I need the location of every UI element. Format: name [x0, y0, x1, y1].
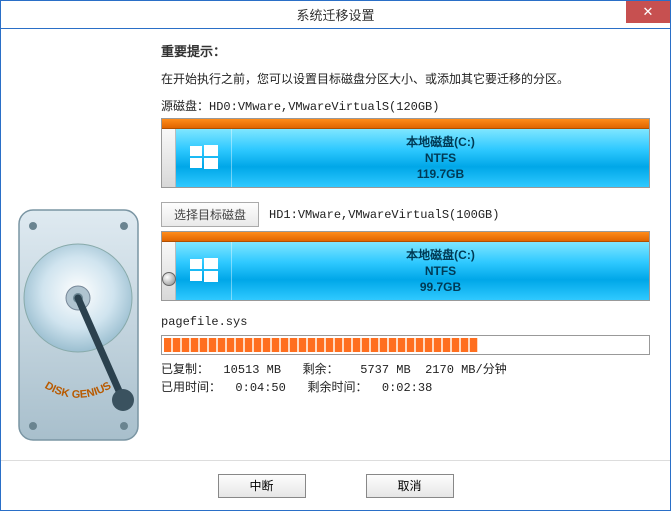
- source-disk-bar[interactable]: 本地磁盘(C:) NTFS 119.7GB: [161, 118, 650, 188]
- select-target-button[interactable]: 选择目标磁盘: [161, 202, 259, 227]
- source-volume-text: 本地磁盘(C:) NTFS 119.7GB: [232, 134, 649, 183]
- content-area: DISK GENIUS 重要提示： 在开始执行之前，您可以设置目标磁盘分区大小、…: [1, 29, 670, 460]
- resize-track: [162, 129, 176, 187]
- disk-bar-header: [162, 119, 649, 129]
- resize-handle-icon[interactable]: [162, 272, 176, 286]
- target-row: 选择目标磁盘 HD1:VMware,VMwareVirtualS(100GB): [161, 202, 650, 227]
- disk-graphic: DISK GENIUS: [11, 150, 146, 450]
- resize-track[interactable]: [162, 242, 176, 300]
- current-file-label: pagefile.sys: [161, 315, 650, 329]
- cancel-button[interactable]: 取消: [366, 474, 454, 498]
- target-disk-bar[interactable]: 本地磁盘(C:) NTFS 99.7GB: [161, 231, 650, 301]
- left-panel: DISK GENIUS: [1, 29, 156, 460]
- close-icon: ✕: [643, 4, 654, 20]
- right-panel: 重要提示： 在开始执行之前，您可以设置目标磁盘分区大小、或添加其它要迁移的分区。…: [156, 29, 670, 460]
- disk-bar-header: [162, 232, 649, 242]
- close-button[interactable]: ✕: [626, 1, 670, 23]
- window-title: 系统迁移设置: [1, 5, 670, 24]
- heading: 重要提示：: [161, 41, 650, 60]
- source-volume[interactable]: 本地磁盘(C:) NTFS 119.7GB: [176, 129, 649, 187]
- progress-bar: [161, 335, 650, 355]
- windows-icon: [176, 129, 232, 187]
- footer: 中断 取消: [1, 460, 670, 510]
- abort-button[interactable]: 中断: [218, 474, 306, 498]
- dialog-window: 系统迁移设置 ✕: [0, 0, 671, 511]
- progress-fill: [164, 338, 478, 352]
- target-disk-label: HD1:VMware,VMwareVirtualS(100GB): [269, 208, 499, 222]
- source-disk-label: 源磁盘：HD0:VMware,VMwareVirtualS(120GB): [161, 97, 650, 114]
- stats-block: 已复制： 10513 MB 剩余： 5737 MB 2170 MB/分钟 已用时…: [161, 361, 650, 397]
- windows-icon: [176, 242, 232, 300]
- instruction-text: 在开始执行之前，您可以设置目标磁盘分区大小、或添加其它要迁移的分区。: [161, 70, 650, 87]
- target-volume[interactable]: 本地磁盘(C:) NTFS 99.7GB: [176, 242, 649, 300]
- titlebar: 系统迁移设置 ✕: [1, 1, 670, 29]
- target-volume-text: 本地磁盘(C:) NTFS 99.7GB: [232, 247, 649, 296]
